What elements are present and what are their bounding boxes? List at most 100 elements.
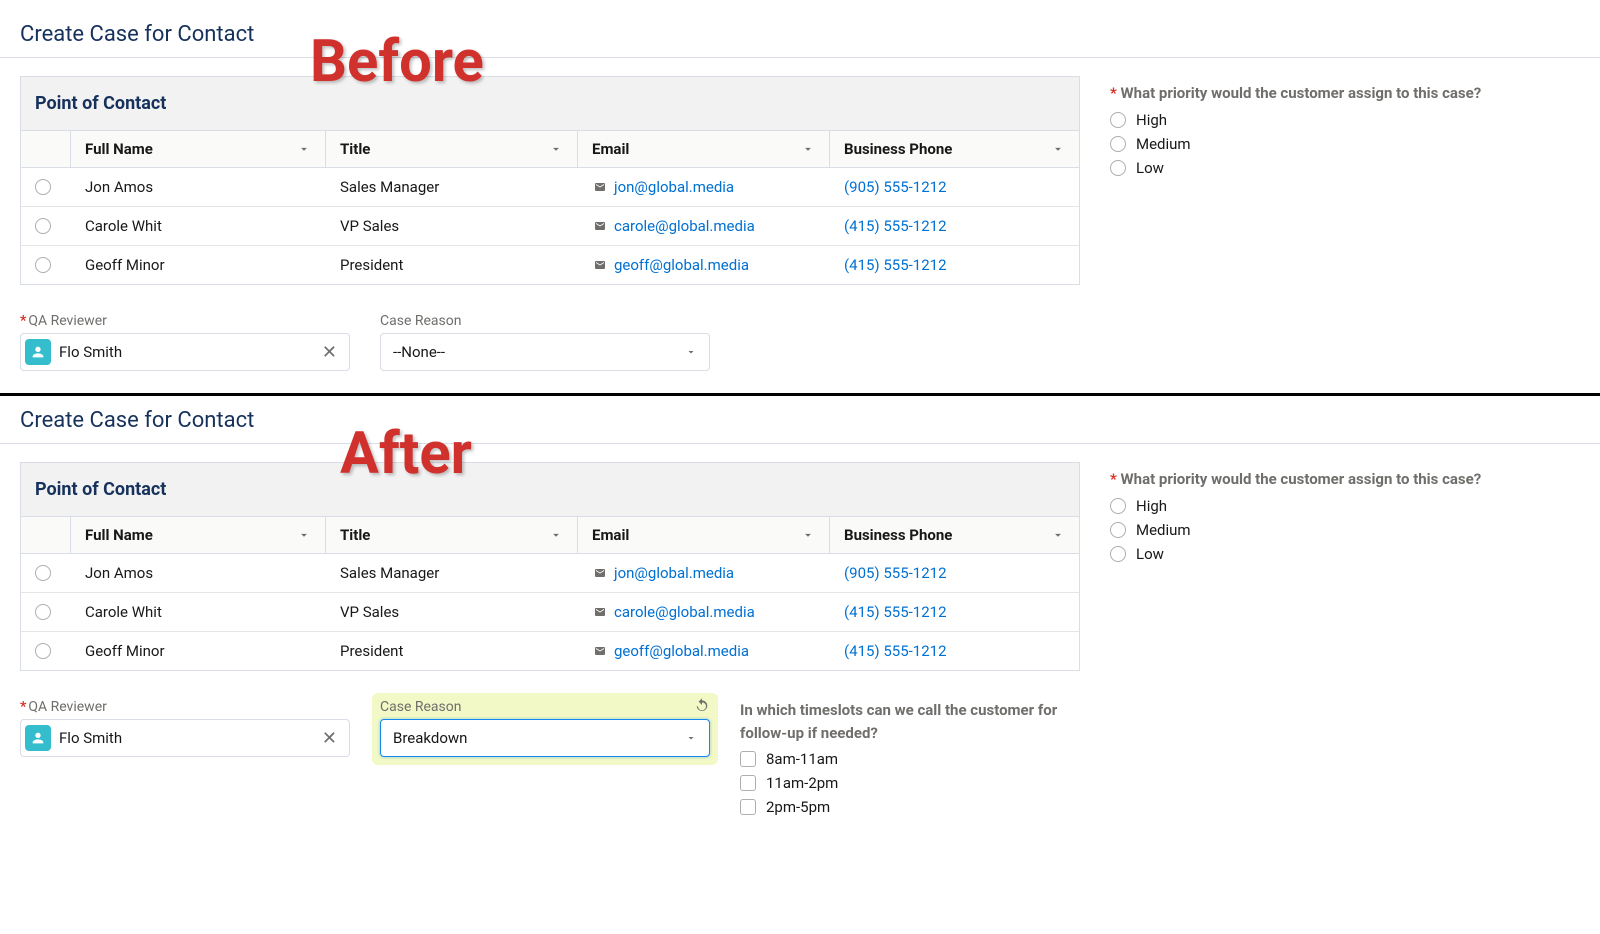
cell-title: Sales Manager — [326, 168, 578, 206]
column-label: Title — [340, 526, 370, 544]
mail-icon — [592, 220, 608, 232]
table-body: Jon Amos Sales Manager jon@global.media … — [21, 554, 1079, 670]
table-row: Geoff Minor President geoff@global.media… — [21, 632, 1079, 670]
radio-label: Low — [1136, 159, 1164, 177]
chevron-down-icon — [1051, 142, 1065, 156]
column-business-phone[interactable]: Business Phone — [830, 517, 1079, 553]
lookup-value: Flo Smith — [59, 343, 318, 361]
column-business-phone[interactable]: Business Phone — [830, 131, 1079, 167]
column-email[interactable]: Email — [578, 131, 830, 167]
cell-name: Geoff Minor — [71, 632, 326, 670]
select-value: --None-- — [393, 343, 445, 361]
table-row: Carole Whit VP Sales carole@global.media… — [21, 207, 1079, 246]
priority-question: * What priority would the customer assig… — [1110, 76, 1580, 177]
undo-icon[interactable] — [694, 697, 710, 713]
phone-link[interactable]: (415) 555-1212 — [844, 603, 947, 621]
cell-title: President — [326, 632, 578, 670]
email-link[interactable]: geoff@global.media — [614, 642, 749, 660]
column-title[interactable]: Title — [326, 517, 578, 553]
row-radio[interactable] — [35, 218, 51, 234]
chevron-down-icon — [549, 528, 563, 542]
email-link[interactable]: carole@global.media — [614, 217, 755, 235]
column-label: Business Phone — [844, 526, 952, 544]
priority-radio-medium[interactable] — [1110, 136, 1126, 152]
page-title: Create Case for Contact — [20, 22, 1580, 47]
column-full-name[interactable]: Full Name — [71, 517, 326, 553]
priority-radio-low[interactable] — [1110, 546, 1126, 562]
column-email[interactable]: Email — [578, 517, 830, 553]
email-link[interactable]: geoff@global.media — [614, 256, 749, 274]
qa-reviewer-field: * QA Reviewer Flo Smith ✕ — [20, 313, 350, 371]
clear-lookup-button[interactable]: ✕ — [318, 342, 341, 363]
checkbox-label: 2pm-5pm — [766, 798, 830, 816]
phone-link[interactable]: (415) 555-1212 — [844, 217, 947, 235]
cell-title: VP Sales — [326, 207, 578, 245]
question-text: What priority would the customer assign … — [1121, 470, 1482, 488]
timeslots-question: In which timeslots can we call the custo… — [740, 699, 1080, 816]
avatar-icon — [25, 725, 51, 751]
row-radio[interactable] — [35, 604, 51, 620]
radio-label: Medium — [1136, 135, 1191, 153]
column-title[interactable]: Title — [326, 131, 578, 167]
field-label-text: QA Reviewer — [28, 313, 107, 329]
case-reason-select[interactable]: --None-- — [380, 333, 710, 371]
priority-radio-low[interactable] — [1110, 160, 1126, 176]
point-of-contact-table: Point of Contact Full Name Title Email — [20, 462, 1080, 671]
column-label: Email — [592, 140, 629, 158]
phone-link[interactable]: (415) 555-1212 — [844, 256, 947, 274]
table-row: Jon Amos Sales Manager jon@global.media … — [21, 168, 1079, 207]
point-of-contact-table: Point of Contact Full Name Title Email — [20, 76, 1080, 285]
email-link[interactable]: jon@global.media — [614, 178, 734, 196]
clear-lookup-button[interactable]: ✕ — [318, 728, 341, 749]
timeslot-checkbox[interactable] — [740, 751, 756, 767]
priority-radio-high[interactable] — [1110, 498, 1126, 514]
qa-reviewer-lookup[interactable]: Flo Smith ✕ — [20, 333, 350, 371]
case-reason-field: Case Reason --None-- — [380, 313, 710, 371]
row-radio[interactable] — [35, 643, 51, 659]
radio-label: Medium — [1136, 521, 1191, 539]
radio-label: High — [1136, 111, 1167, 129]
timeslot-checkbox[interactable] — [740, 799, 756, 815]
row-radio[interactable] — [35, 565, 51, 581]
after-section: After Create Case for Contact Point of C… — [20, 408, 1580, 816]
priority-radio-high[interactable] — [1110, 112, 1126, 128]
select-value: Breakdown — [393, 729, 467, 747]
row-radio[interactable] — [35, 257, 51, 273]
qa-reviewer-lookup[interactable]: Flo Smith ✕ — [20, 719, 350, 757]
row-radio[interactable] — [35, 179, 51, 195]
email-link[interactable]: carole@global.media — [614, 603, 755, 621]
title-divider — [0, 443, 1600, 444]
question-text: What priority would the customer assign … — [1121, 84, 1482, 102]
column-label: Full Name — [85, 526, 153, 544]
table-column-row: Full Name Title Email Business Phone — [21, 131, 1079, 168]
phone-link[interactable]: (905) 555-1212 — [844, 178, 947, 196]
cell-name: Geoff Minor — [71, 246, 326, 284]
phone-link[interactable]: (415) 555-1212 — [844, 642, 947, 660]
question-text: In which timeslots can we call the custo… — [740, 699, 1080, 744]
field-label-text: Case Reason — [380, 313, 461, 329]
cell-title: President — [326, 246, 578, 284]
required-indicator: * — [20, 313, 26, 329]
email-link[interactable]: jon@global.media — [614, 564, 734, 582]
required-indicator: * — [1110, 470, 1117, 488]
page-title: Create Case for Contact — [20, 408, 1580, 433]
checkbox-label: 8am-11am — [766, 750, 838, 768]
chevron-down-icon — [801, 142, 815, 156]
cell-name: Jon Amos — [71, 168, 326, 206]
table-header: Point of Contact — [21, 77, 1079, 131]
column-select — [21, 517, 71, 553]
field-label-text: Case Reason — [380, 699, 461, 715]
priority-radio-medium[interactable] — [1110, 522, 1126, 538]
caret-down-icon — [685, 346, 697, 358]
mail-icon — [592, 567, 608, 579]
cell-name: Carole Whit — [71, 207, 326, 245]
column-label: Full Name — [85, 140, 153, 158]
timeslot-checkbox[interactable] — [740, 775, 756, 791]
radio-label: Low — [1136, 545, 1164, 563]
column-full-name[interactable]: Full Name — [71, 131, 326, 167]
chevron-down-icon — [297, 142, 311, 156]
cell-title: Sales Manager — [326, 554, 578, 592]
phone-link[interactable]: (905) 555-1212 — [844, 564, 947, 582]
case-reason-select[interactable]: Breakdown — [380, 719, 710, 757]
title-divider — [0, 57, 1600, 58]
